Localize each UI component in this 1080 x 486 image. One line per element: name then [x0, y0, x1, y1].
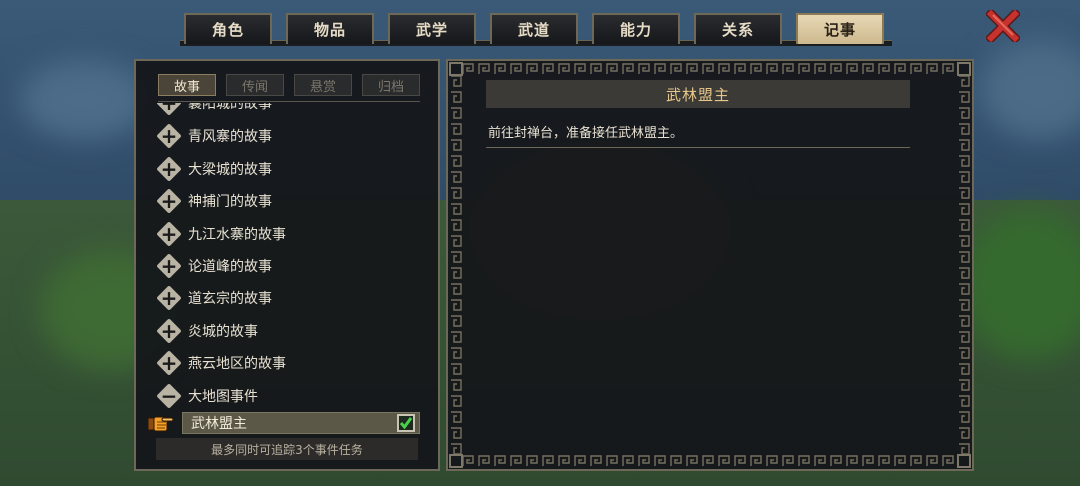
list-item[interactable]: + 燕云地区的故事 [156, 349, 426, 377]
fret-border-bottom [462, 455, 958, 467]
fret-border-right [958, 75, 970, 457]
list-item-label: 道玄宗的故事 [188, 291, 272, 307]
subtab-stories[interactable]: 故事 [158, 74, 216, 96]
plus-icon: + [156, 221, 182, 247]
list-item-label: 大地图事件 [188, 389, 258, 405]
main-tab-bar: 角色 物品 武学 武道 能力 关系 记事 [0, 0, 1080, 48]
event-description: 前往封禅台，准备接任武林盟主。 [488, 126, 684, 141]
tab-journal[interactable]: 记事 [796, 13, 884, 44]
minus-icon: − [156, 383, 182, 409]
journal-subtabs: 故事 传闻 悬赏 归档 [158, 74, 422, 96]
list-item[interactable]: + 九江水寨的故事 [156, 220, 426, 248]
track-checkbox[interactable] [397, 414, 415, 432]
track-limit-note: 最多同时可追踪3个事件任务 [156, 438, 418, 460]
list-item[interactable]: + 道玄宗的故事 [156, 284, 426, 312]
plus-icon: + [156, 253, 182, 279]
list-item[interactable]: + 青风寨的故事 [156, 122, 426, 150]
list-item-label: 炎城的故事 [188, 324, 258, 340]
plus-icon: + [156, 103, 182, 116]
pointing-hand-icon [148, 416, 174, 432]
corner-ornament [449, 454, 463, 468]
fret-border-top [462, 63, 958, 75]
story-list-panel: 故事 传闻 悬赏 归档 + 襄阳城的故事 + 青风寨的故事 + 大梁城的故事 +… [134, 59, 440, 471]
checkmark-icon [399, 417, 413, 430]
plus-icon: + [156, 188, 182, 214]
plus-icon: + [156, 285, 182, 311]
tab-abilities[interactable]: 能力 [592, 13, 680, 44]
plus-icon: + [156, 123, 182, 149]
corner-ornament [957, 454, 971, 468]
tab-items[interactable]: 物品 [286, 13, 374, 44]
tab-martial-skills[interactable]: 武学 [388, 13, 476, 44]
list-item-label: 大梁城的故事 [188, 162, 272, 178]
corner-ornament [957, 62, 971, 76]
corner-ornament [449, 62, 463, 76]
detail-divider [486, 147, 910, 148]
list-item-label: 襄阳城的故事 [188, 103, 272, 112]
list-item[interactable]: + 襄阳城的故事 [156, 103, 426, 117]
list-item[interactable]: + 论道峰的故事 [156, 252, 426, 280]
event-detail-panel: 武林盟主 前往封禅台，准备接任武林盟主。 [446, 59, 974, 471]
subtab-bounties[interactable]: 悬赏 [294, 74, 352, 96]
list-item-label: 神捕门的故事 [188, 194, 272, 210]
list-item[interactable]: + 神捕门的故事 [156, 187, 426, 215]
plus-icon: + [156, 318, 182, 344]
plus-icon: + [156, 156, 182, 182]
subtab-rumors[interactable]: 传闻 [226, 74, 284, 96]
list-item-label: 青风寨的故事 [188, 129, 272, 145]
story-list[interactable]: + 襄阳城的故事 + 青风寨的故事 + 大梁城的故事 + 神捕门的故事 + 九江… [136, 103, 438, 409]
tab-martial-way[interactable]: 武道 [490, 13, 578, 44]
selected-event-row[interactable]: 武林盟主 [182, 412, 420, 434]
list-item-label: 论道峰的故事 [188, 259, 272, 275]
subtab-archive[interactable]: 归档 [362, 74, 420, 96]
event-title: 武林盟主 [486, 80, 910, 108]
list-item-label: 燕云地区的故事 [188, 356, 286, 372]
close-button[interactable] [984, 8, 1022, 44]
tab-relations[interactable]: 关系 [694, 13, 782, 44]
list-item-label: 九江水寨的故事 [188, 227, 286, 243]
plus-icon: + [156, 350, 182, 376]
subtab-divider [158, 101, 420, 102]
fret-border-left [450, 75, 462, 457]
selected-event-label: 武林盟主 [191, 416, 247, 432]
list-item[interactable]: + 大梁城的故事 [156, 155, 426, 183]
list-item[interactable]: + 炎城的故事 [156, 317, 426, 345]
tab-character[interactable]: 角色 [184, 13, 272, 44]
list-item[interactable]: − 大地图事件 [156, 382, 426, 409]
close-icon [986, 10, 1020, 42]
